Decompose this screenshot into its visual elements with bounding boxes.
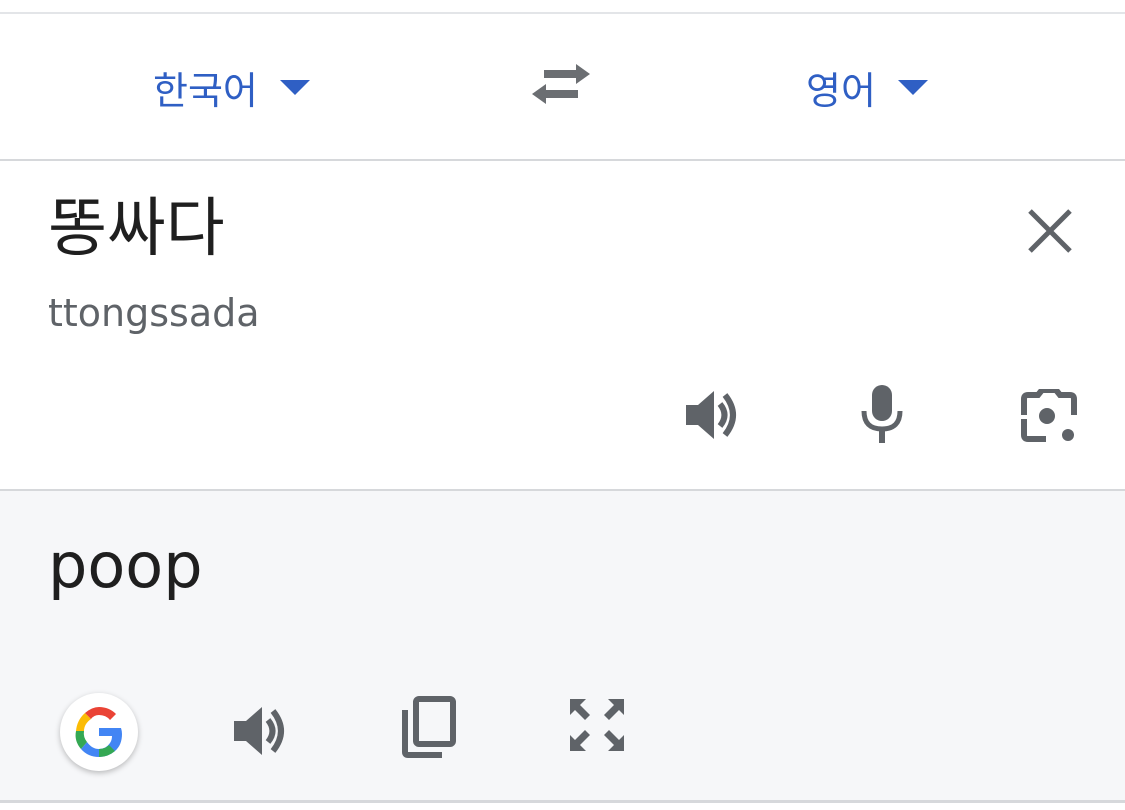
camera-icon	[1021, 387, 1077, 442]
clear-text-button[interactable]	[1022, 203, 1078, 259]
close-icon	[1028, 209, 1072, 253]
translation-listen-button[interactable]	[232, 703, 292, 759]
language-bar: 한국어 영어	[0, 14, 1125, 159]
camera-button[interactable]	[1020, 387, 1078, 445]
chevron-down-icon	[279, 80, 310, 95]
swap-arrows-icon	[532, 64, 590, 104]
speaker-icon	[234, 707, 284, 755]
target-language-label: 영어	[806, 69, 876, 113]
microphone-button[interactable]	[858, 383, 906, 445]
copy-button[interactable]	[402, 696, 456, 758]
swap-languages-button[interactable]	[532, 62, 590, 106]
fullscreen-icon	[570, 699, 624, 751]
microphone-icon	[861, 385, 903, 443]
source-text[interactable]: 똥싸다	[48, 197, 225, 261]
source-listen-button[interactable]	[684, 387, 744, 443]
chevron-down-icon	[897, 80, 928, 95]
source-panel: 똥싸다 ttongssada	[0, 161, 1125, 489]
bottom-divider	[0, 800, 1125, 803]
source-romanization: ttongssada	[48, 291, 260, 335]
google-g-icon	[75, 707, 122, 757]
speaker-icon	[686, 391, 736, 439]
translation-panel: poop	[0, 491, 1125, 800]
google-button[interactable]	[60, 693, 138, 771]
target-language-selector[interactable]: 영어	[806, 60, 928, 115]
source-language-selector[interactable]: 한국어	[153, 60, 310, 115]
copy-icon	[402, 696, 456, 758]
fullscreen-button[interactable]	[568, 697, 626, 753]
source-language-label: 한국어	[153, 69, 258, 113]
translated-text: poop	[48, 529, 203, 602]
